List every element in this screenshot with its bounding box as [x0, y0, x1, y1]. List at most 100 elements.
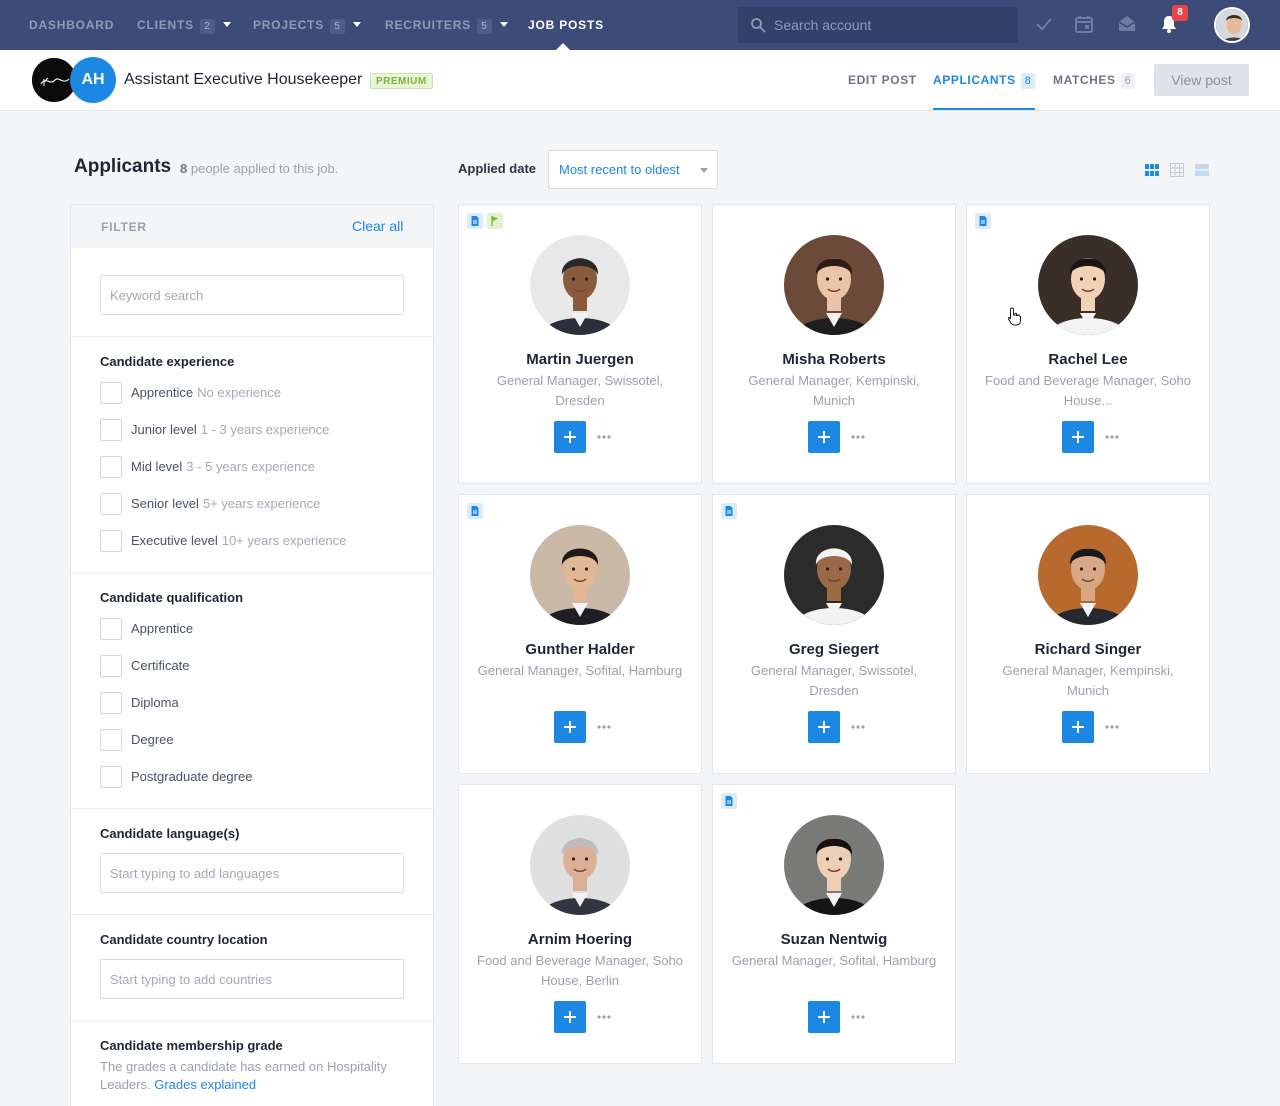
checkbox[interactable]	[100, 655, 122, 677]
search-input[interactable]	[774, 7, 1010, 43]
membership-description: The grades a candidate has earned on Hos…	[100, 1058, 400, 1094]
option-sublabel: 10+ years experience	[221, 533, 347, 548]
add-candidate-button[interactable]	[554, 1001, 586, 1033]
more-options-icon[interactable]	[850, 1007, 866, 1027]
option-sublabel: 3 - 5 years experience	[186, 459, 315, 474]
nav-count-badge: 2	[199, 19, 215, 34]
check-icon[interactable]	[1034, 14, 1054, 34]
more-options-icon[interactable]	[596, 1007, 612, 1027]
document-icon[interactable]	[467, 213, 483, 229]
more-options-icon[interactable]	[596, 427, 612, 447]
candidate-name[interactable]: Greg Siegert	[713, 641, 955, 658]
candidate-photo[interactable]	[784, 525, 884, 625]
candidate-name[interactable]: Misha Roberts	[713, 351, 955, 368]
candidate-card[interactable]: Richard Singer General Manager, Kempinski…	[966, 494, 1210, 774]
chevron-down-icon	[353, 22, 362, 28]
clear-all-link[interactable]: Clear all	[352, 218, 403, 234]
nav-item-dashboard[interactable]: DASHBOARD	[29, 0, 114, 50]
candidate-photo[interactable]	[1038, 525, 1138, 625]
grid-view-icon[interactable]	[1145, 163, 1159, 177]
candidate-name[interactable]: Martin Juergen	[459, 351, 701, 368]
candidate-role: General Manager, Swissotel, Dresden	[496, 373, 664, 408]
candidate-card[interactable]: Gunther Halder General Manager, Sofital, …	[458, 494, 702, 774]
document-icon[interactable]	[721, 793, 737, 809]
candidate-photo[interactable]	[1038, 235, 1138, 335]
candidate-role: General Manager, Swissotel, Dresden	[750, 663, 918, 698]
more-options-icon[interactable]	[850, 427, 866, 447]
candidate-card[interactable]: Martin Juergen General Manager, Swissotel…	[458, 204, 702, 484]
checkbox[interactable]	[100, 493, 122, 515]
add-candidate-button[interactable]	[808, 711, 840, 743]
mail-icon[interactable]	[1117, 14, 1137, 34]
candidate-name[interactable]: Gunther Halder	[459, 641, 701, 658]
more-options-icon[interactable]	[1104, 717, 1120, 737]
option-sublabel: 1 - 3 years experience	[200, 422, 330, 437]
add-candidate-button[interactable]	[808, 1001, 840, 1033]
account-search	[738, 7, 1018, 43]
more-options-icon[interactable]	[850, 717, 866, 737]
keyword-search-input[interactable]	[100, 275, 404, 315]
nav-item-projects[interactable]: PROJECTS 5	[253, 0, 362, 50]
sort-label: Applied date	[458, 161, 537, 176]
plus-icon	[1072, 721, 1084, 733]
add-candidate-button[interactable]	[554, 711, 586, 743]
filter-title: FILTER	[101, 220, 147, 234]
candidate-name[interactable]: Suzan Nentwig	[713, 931, 955, 948]
tab-count-badge: 6	[1120, 73, 1136, 89]
candidate-card[interactable]: Misha Roberts General Manager, Kempinski,…	[712, 204, 956, 484]
document-icon[interactable]	[975, 213, 991, 229]
candidate-photo[interactable]	[784, 815, 884, 915]
candidate-photo[interactable]	[530, 815, 630, 915]
hand-cursor-icon	[1007, 307, 1021, 326]
languages-input[interactable]	[100, 853, 404, 893]
filter-panel: FILTER Clear all Candidate experience Ap…	[70, 204, 434, 1106]
candidate-photo[interactable]	[530, 525, 630, 625]
user-avatar[interactable]	[1214, 7, 1250, 43]
add-candidate-button[interactable]	[1062, 421, 1094, 453]
candidate-card[interactable]: Suzan Nentwig General Manager, Sofital, H…	[712, 784, 956, 1064]
list-view-icon[interactable]	[1195, 163, 1209, 177]
plus-icon	[818, 431, 830, 443]
grades-explained-link[interactable]: Grades explained	[154, 1077, 256, 1092]
checkbox[interactable]	[100, 618, 122, 640]
checkbox[interactable]	[100, 456, 122, 478]
document-icon[interactable]	[721, 503, 737, 519]
add-candidate-button[interactable]	[808, 421, 840, 453]
candidate-card[interactable]: Rachel Lee Food and Beverage Manager, Soh…	[966, 204, 1210, 484]
candidate-photo[interactable]	[530, 235, 630, 335]
candidate-card[interactable]: Greg Siegert General Manager, Swissotel, …	[712, 494, 956, 774]
compact-grid-view-icon[interactable]	[1170, 163, 1184, 177]
candidate-photo[interactable]	[784, 235, 884, 335]
candidate-flags	[721, 503, 741, 519]
sort-dropdown[interactable]: Most recent to oldest	[548, 150, 718, 189]
candidate-name[interactable]: Richard Singer	[967, 641, 1209, 658]
option-label: Mid level	[131, 459, 183, 474]
job-initials-avatar: AH	[70, 57, 116, 103]
more-options-icon[interactable]	[596, 717, 612, 737]
calendar-icon[interactable]	[1074, 14, 1094, 34]
flag-icon[interactable]	[487, 213, 503, 229]
view-post-button[interactable]: View post	[1154, 64, 1249, 96]
more-options-icon[interactable]	[1104, 427, 1120, 447]
candidate-name[interactable]: Rachel Lee	[967, 351, 1209, 368]
checkbox[interactable]	[100, 382, 122, 404]
candidate-card[interactable]: Arnim Hoering Food and Beverage Manager, …	[458, 784, 702, 1064]
nav-item-clients[interactable]: CLIENTS 2	[137, 0, 231, 50]
add-candidate-button[interactable]	[554, 421, 586, 453]
divider	[71, 1020, 433, 1021]
tab-edit-post[interactable]: EDIT POST	[848, 50, 917, 110]
nav-count-badge: 5	[477, 19, 493, 34]
tab-applicants[interactable]: APPLICANTS 8	[933, 50, 1036, 110]
checkbox[interactable]	[100, 766, 122, 788]
tab-matches[interactable]: MATCHES 6	[1053, 50, 1136, 110]
add-candidate-button[interactable]	[1062, 711, 1094, 743]
checkbox[interactable]	[100, 692, 122, 714]
document-icon[interactable]	[467, 503, 483, 519]
candidate-name[interactable]: Arnim Hoering	[459, 931, 701, 948]
checkbox[interactable]	[100, 530, 122, 552]
checkbox[interactable]	[100, 729, 122, 751]
nav-item-recruiters[interactable]: RECRUITERS 5	[385, 0, 509, 50]
country-input[interactable]	[100, 959, 404, 999]
candidate-flags	[721, 793, 741, 809]
checkbox[interactable]	[100, 419, 122, 441]
